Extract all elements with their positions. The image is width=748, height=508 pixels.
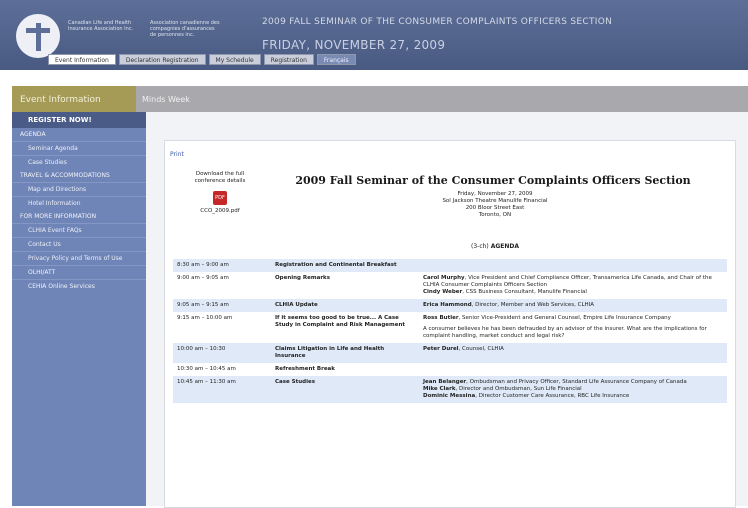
pdf-file-link[interactable]: CCO_2009.pdf: [200, 208, 239, 214]
row-speaker: Peter Durel, Counsel, CLHIA: [419, 343, 727, 363]
agenda-link[interactable]: AGENDA: [491, 243, 519, 250]
speaker-name: Carol Murphy: [423, 275, 465, 281]
speaker-name: Ross Butler: [423, 315, 459, 321]
speaker-details: , Director and Ombudsman, Sun Life Finan…: [455, 386, 582, 392]
sidebar-heading-travel: TRAVEL & ACCOMMODATIONS: [20, 172, 110, 179]
top-tabs: Event Information Declaration Registrati…: [48, 54, 356, 67]
register-now-link[interactable]: REGISTER NOW!: [12, 112, 146, 128]
speaker-name: Cindy Weber: [423, 289, 463, 295]
row-speaker: [419, 259, 727, 272]
row-speaker: Carol Murphy, Vice President and Chief C…: [419, 272, 727, 299]
tab-registration[interactable]: Registration: [263, 54, 314, 65]
speaker-details: , Ombudsman and Privacy Officer, Standar…: [466, 379, 687, 385]
speaker-name: Jean Belanger: [423, 379, 467, 385]
sidebar-item-contact[interactable]: Contact Us: [12, 237, 146, 251]
sidebar-item-faqs[interactable]: CLHIA Event FAQs: [12, 223, 146, 237]
row-topic: CLHIA Update: [271, 299, 419, 312]
venue-info: Friday, November 27, 2009 Sol Jackson Th…: [345, 191, 645, 219]
sidebar-heading-agenda: AGENDA: [20, 131, 46, 138]
section-subtitle: Minds Week: [142, 95, 190, 104]
sidebar-item-privacy[interactable]: Privacy Policy and Terms of Use: [12, 251, 146, 265]
sidebar-item-seminar-agenda[interactable]: Seminar Agenda: [12, 141, 146, 155]
speaker-details: , Director Customer Care Assurance, RBC …: [475, 393, 630, 399]
venue-street: 200 Bloor Street East: [465, 205, 525, 211]
section-title: Event Information: [12, 86, 136, 112]
speaker-name: Peter Durel: [423, 346, 459, 352]
org-name-en: Canadian Life and Health Insurance Assoc…: [68, 20, 134, 32]
section-bar: Event Information Minds Week: [12, 86, 748, 112]
speaker-details: , Director, Member and Web Services, CLH…: [471, 302, 595, 308]
speaker-details: , Counsel, CLHIA: [458, 346, 504, 352]
table-row: 9:00 am – 9:05 am Opening Remarks Carol …: [173, 272, 727, 299]
row-speaker: Erica Hammond, Director, Member and Web …: [419, 299, 727, 312]
speaker-name: Mike Clark: [423, 386, 456, 392]
row-speaker: Jean Belanger, Ombudsman and Privacy Off…: [419, 376, 727, 403]
row-topic: Claims Litigation in Life and Health Ins…: [271, 343, 419, 363]
print-link[interactable]: Print: [170, 151, 184, 158]
row-topic: Case Studies: [271, 376, 419, 403]
pdf-icon[interactable]: PDF: [213, 191, 227, 205]
table-row: 10:00 am – 10:30 Claims Litigation in Li…: [173, 343, 727, 363]
sidebar-item-olhi[interactable]: OLHI/ATT: [12, 265, 146, 279]
agenda-table: 8:30 am – 9:00 am Registration and Conti…: [173, 259, 727, 403]
speaker-details: , Vice President and Chief Compliance Of…: [423, 275, 712, 288]
download-block: Download the full conference details PDF…: [185, 171, 255, 215]
agenda-prefix: (3-ch): [471, 243, 489, 250]
row-time: 10:30 am – 10:45 am: [177, 366, 236, 372]
session-note: A consumer believes he has been defraude…: [423, 326, 707, 339]
row-topic: Registration and Continental Breakfast: [271, 259, 419, 272]
speaker-name: Dominic Messina: [423, 393, 476, 399]
speaker-details: , Senior Vice-President and General Coun…: [458, 315, 671, 321]
venue-date: Friday, November 27, 2009: [457, 191, 533, 197]
sidebar-heading-more-info: FOR MORE INFORMATION: [20, 213, 97, 220]
row-time: 9:00 am – 9:05 am: [177, 275, 229, 281]
header-spacer: [0, 70, 748, 86]
row-topic: Opening Remarks: [275, 275, 330, 281]
table-row: 10:30 am – 10:45 am Refreshment Break: [173, 363, 727, 376]
venue-place: Sol Jackson Theatre Manulife Financial: [442, 198, 548, 204]
agenda-panel: Print Download the full conference detai…: [164, 140, 736, 508]
sidebar-item-map[interactable]: Map and Directions: [12, 182, 146, 196]
clhia-logo[interactable]: [16, 14, 60, 58]
table-row: 9:05 am – 9:15 am CLHIA Update Erica Ham…: [173, 299, 727, 312]
row-time: 8:30 am – 9:00 am: [173, 259, 271, 272]
row-speaker: Ross Butler, Senior Vice-President and G…: [419, 312, 727, 343]
row-time: 9:05 am – 9:15 am: [173, 299, 271, 312]
sidebar-item-hotel[interactable]: Hotel Information: [12, 196, 146, 210]
event-date: FRIDAY, NOVEMBER 27, 2009: [262, 38, 446, 52]
sidebar: REGISTER NOW! AGENDA Seminar Agenda Case…: [12, 112, 146, 506]
row-speaker: [419, 363, 727, 376]
page-title: 2009 Fall Seminar of the Consumer Compla…: [295, 174, 691, 187]
tab-event-information[interactable]: Event Information: [48, 54, 116, 65]
download-label: Download the full conference details: [194, 171, 246, 184]
org-name-fr: Association canadienne des compagnies d'…: [150, 20, 220, 38]
tab-declaration-registration[interactable]: Declaration Registration: [118, 54, 206, 65]
event-title: 2009 FALL SEMINAR OF THE CONSUMER COMPLA…: [262, 17, 613, 27]
agenda-heading: (3-ch) AGENDA: [395, 243, 595, 250]
sidebar-item-cehia[interactable]: CEHIA Online Services: [12, 279, 146, 293]
row-topic: If it seems too good to be true... A Cas…: [275, 315, 406, 328]
speaker-details: , CSS Business Consultant, Manulife Fina…: [462, 289, 587, 295]
speaker-name: Erica Hammond: [423, 302, 472, 308]
table-row: 9:15 am – 10:00 am If it seems too good …: [173, 312, 727, 343]
main-content: Print Download the full conference detai…: [146, 112, 748, 508]
table-row: 8:30 am – 9:00 am Registration and Conti…: [173, 259, 727, 272]
venue-city: Toronto, ON: [478, 212, 512, 218]
row-time: 10:00 am – 10:30: [173, 343, 271, 363]
site-header: Canadian Life and Health Insurance Assoc…: [0, 0, 748, 70]
tab-my-schedule[interactable]: My Schedule: [208, 54, 261, 65]
row-time: 10:45 am – 11:30 am: [173, 376, 271, 403]
sidebar-item-case-studies[interactable]: Case Studies: [12, 155, 146, 169]
row-topic: Refreshment Break: [275, 366, 335, 372]
tab-francais[interactable]: Français: [316, 54, 356, 65]
row-time: 9:15 am – 10:00 am: [177, 315, 233, 321]
table-row: 10:45 am – 11:30 am Case Studies Jean Be…: [173, 376, 727, 403]
